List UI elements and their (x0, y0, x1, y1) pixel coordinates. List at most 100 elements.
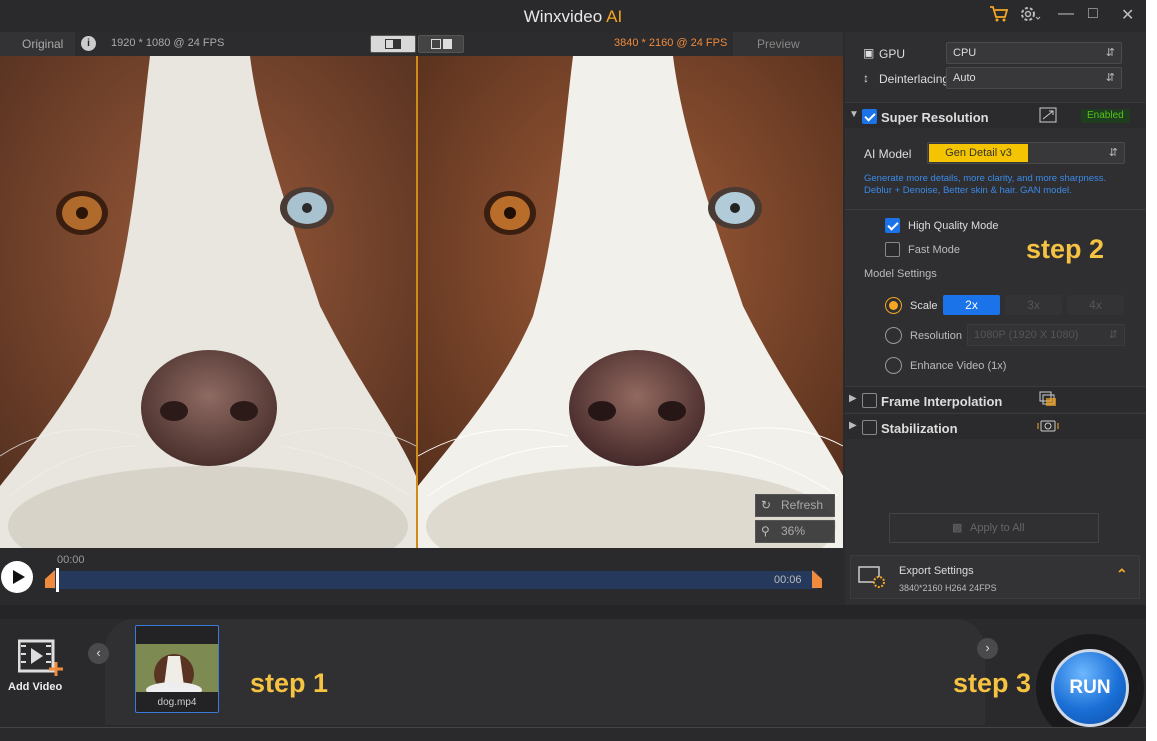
status-bar (0, 727, 1146, 741)
app-title-ai: AI (606, 7, 623, 26)
timeline: 00:00 00:06 (0, 548, 843, 605)
frame-interpolation-label: Frame Interpolation (881, 394, 1003, 409)
settings-panel: ▣ GPU CPU ⇵ ↕ Deinterlacing Auto ⇵ ▼ Super… (845, 32, 1146, 605)
apply-to-all-button[interactable]: ▩ Apply to All (889, 513, 1099, 543)
fast-mode-checkbox[interactable] (885, 242, 900, 257)
chevron-updown-icon: ⇵ (1105, 47, 1115, 59)
deinterlacing-select[interactable]: Auto ⇵ (946, 67, 1122, 89)
chevron-updown-icon: ⇵ (1108, 329, 1118, 341)
bottom-separator (0, 605, 1146, 619)
frames-icon (1039, 391, 1057, 410)
original-dog-image (0, 56, 416, 548)
expand-arrow-icon[interactable]: ▶ (849, 393, 857, 404)
gpu-value: CPU (953, 47, 977, 59)
preview-spec: 3840 * 2160 @ 24 FPS (614, 37, 728, 49)
expand-arrow-icon[interactable]: ▶ (849, 420, 857, 431)
ai-model-value: Gen Detail v3 (929, 144, 1028, 162)
ai-model-label: AI Model (864, 147, 912, 161)
ai-model-select[interactable]: Gen Detail v3 ⇵ (927, 142, 1125, 164)
apply-to-all-label: Apply to All (970, 522, 1025, 534)
app-title: Winxvideo AI (0, 7, 1146, 27)
split-view-button[interactable] (370, 35, 416, 53)
file-name: dog.mp4 (157, 697, 197, 708)
model-settings-label: Model Settings (864, 268, 937, 280)
minimize-icon[interactable]: — (1058, 5, 1074, 23)
chevron-right-icon[interactable]: › (977, 638, 998, 659)
preview-dog-image (418, 56, 843, 548)
deinterlacing-label: Deinterlacing (879, 72, 950, 86)
gear-icon[interactable] (1019, 5, 1041, 28)
enhance-video-label: Enhance Video (1x) (910, 360, 1007, 372)
original-spec: 1920 * 1080 @ 24 FPS (111, 37, 225, 49)
original-label: Original (0, 32, 75, 56)
gpu-icon: ▣ (863, 46, 875, 60)
preview-video-pane (418, 56, 843, 548)
super-resolution-checkbox[interactable] (862, 109, 877, 124)
high-quality-mode-checkbox[interactable] (885, 218, 900, 233)
cart-icon[interactable] (989, 5, 1009, 28)
deinterlace-icon: ↕ (863, 71, 869, 85)
gpu-label: GPU (879, 47, 906, 61)
step-1-label: step 1 (250, 668, 329, 698)
playhead[interactable] (56, 568, 59, 592)
viewer-header: Original i 1920 * 1080 @ 24 FPS 3840 * 2… (0, 32, 843, 56)
apply-icon: ▩ (952, 522, 963, 534)
resolution-label: Resolution (910, 330, 962, 342)
dog-thumbnail-image (136, 644, 218, 692)
info-icon[interactable]: i (81, 36, 96, 51)
chevron-double-up-icon[interactable]: ⌃ (1116, 566, 1128, 583)
title-bar: Winxvideo AI — □ ✕ (0, 0, 1146, 32)
timeline-end-time: 00:06 (774, 574, 802, 586)
viewer-area: Original i 1920 * 1080 @ 24 FPS 3840 * 2… (0, 32, 843, 605)
super-resolution-header[interactable]: ▼ Super Resolution Enabled (845, 102, 1146, 128)
ai-model-description-1: Generate more details, more clarity, and… (864, 173, 1107, 184)
video-thumbnail-card[interactable]: dog.mp4 (135, 625, 219, 713)
compare-icon[interactable] (1039, 107, 1057, 126)
stabilization-header[interactable]: ▶ Stabilization (845, 413, 1146, 439)
zoom-value: 36% (781, 524, 806, 538)
chevron-updown-icon: ⇵ (1105, 72, 1115, 84)
run-button[interactable]: RUN (1051, 649, 1129, 727)
trim-start-handle[interactable] (45, 570, 55, 588)
frame-interpolation-checkbox[interactable] (862, 393, 877, 408)
zoom-control[interactable]: ⚲ 36% (755, 520, 835, 543)
bottom-bar: Add Video ‹ dog.mp4 step 1 › step 3 (0, 605, 1146, 727)
scale-4x-button[interactable]: 4x (1067, 295, 1124, 315)
resolution-radio[interactable] (885, 327, 902, 344)
scale-label: Scale (910, 300, 938, 312)
enabled-badge: Enabled (1081, 109, 1130, 123)
divider (845, 209, 1146, 210)
export-settings-spec: 3840*2160 H264 24FPS (899, 583, 997, 593)
deinterlacing-value: Auto (953, 72, 976, 84)
scale-options: 2x 3x 4x (943, 295, 1124, 315)
resolution-select[interactable]: 1080P (1920 X 1080) ⇵ (967, 324, 1125, 346)
refresh-icon: ↻ (761, 498, 772, 512)
export-settings-icon (858, 565, 886, 594)
resolution-value: 1080P (1920 X 1080) (974, 329, 1079, 341)
scale-2x-button[interactable]: 2x (943, 295, 1000, 315)
add-video-icon[interactable] (17, 638, 64, 683)
maximize-icon[interactable]: □ (1088, 5, 1098, 23)
expand-arrow-icon[interactable]: ▼ (849, 109, 859, 120)
timeline-current-time: 00:00 (57, 554, 85, 566)
app-window: Winxvideo AI — □ ✕ Original i 1920 * 1080… (0, 0, 1146, 741)
high-quality-mode-label: High Quality Mode (908, 220, 999, 232)
enhance-video-radio[interactable] (885, 357, 902, 374)
close-icon[interactable]: ✕ (1121, 5, 1134, 25)
ai-model-description-2: Deblur + Denoise, Better skin & hair. GA… (864, 185, 1072, 196)
preview-label: Preview (733, 32, 843, 56)
refresh-label: Refresh (781, 498, 824, 512)
stabilization-checkbox[interactable] (862, 420, 877, 435)
gpu-select[interactable]: CPU ⇵ (946, 42, 1122, 64)
add-video-label[interactable]: Add Video (8, 681, 62, 693)
export-settings-bar[interactable]: Export Settings 3840*2160 H264 24FPS ⌃ (850, 555, 1140, 599)
frame-interpolation-header[interactable]: ▶ Frame Interpolation (845, 386, 1146, 412)
play-icon[interactable] (1, 561, 33, 593)
chevron-left-icon[interactable]: ‹ (88, 643, 109, 664)
side-by-side-button[interactable] (418, 35, 464, 53)
refresh-button[interactable]: ↻ Refresh (755, 494, 835, 517)
timeline-track[interactable] (52, 571, 817, 589)
scale-radio[interactable] (885, 297, 902, 314)
trim-end-handle[interactable] (812, 570, 822, 588)
scale-3x-button[interactable]: 3x (1005, 295, 1062, 315)
